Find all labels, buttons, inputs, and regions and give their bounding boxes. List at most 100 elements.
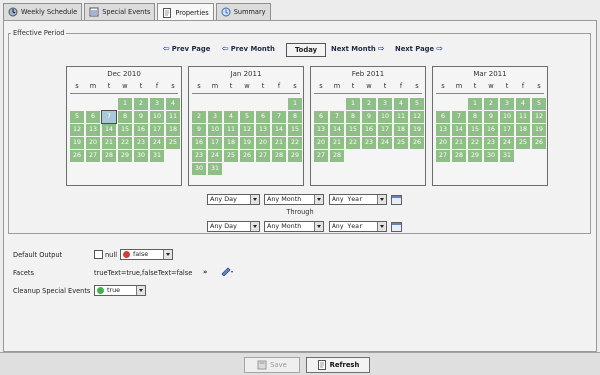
calendar-day[interactable]: 18 [166, 124, 180, 136]
calendar-day[interactable]: 19 [410, 124, 424, 136]
calendar-day[interactable]: 31 [208, 163, 222, 175]
calendar-day[interactable]: 17 [378, 124, 392, 136]
calendar-day[interactable]: 23 [134, 137, 148, 149]
calendar-day[interactable]: 2 [192, 111, 206, 123]
calendar-day[interactable]: 15 [288, 124, 302, 136]
calendar-day[interactable]: 1 [468, 98, 482, 110]
start-year-select[interactable]: Any Year [329, 194, 387, 205]
calendar-day[interactable]: 1 [118, 98, 132, 110]
calendar-day[interactable]: 16 [362, 124, 376, 136]
calendar-day[interactable]: 2 [484, 98, 498, 110]
refresh-button[interactable]: Refresh [306, 357, 370, 373]
calendar-day[interactable]: 7 [452, 111, 466, 123]
calendar-day[interactable]: 4 [224, 111, 238, 123]
end-day-select[interactable]: Any Day [207, 221, 260, 232]
calendar-day[interactable]: 11 [394, 111, 408, 123]
start-month-select[interactable]: Any Month [264, 194, 324, 205]
calendar-picker-icon[interactable] [391, 195, 402, 205]
calendar-day[interactable]: 6 [86, 111, 100, 123]
calendar-day[interactable]: 28 [452, 150, 466, 162]
calendar-day[interactable]: 18 [394, 124, 408, 136]
calendar-day[interactable]: 12 [240, 124, 254, 136]
calendar-day[interactable]: 25 [166, 137, 180, 149]
prev-page-link[interactable]: ⇦ Prev Page [163, 45, 210, 54]
calendar-day[interactable]: 6 [256, 111, 270, 123]
calendar-day[interactable]: 11 [516, 111, 530, 123]
calendar-day[interactable]: 30 [192, 163, 206, 175]
tab-special-events[interactable]: Special Events [84, 3, 156, 20]
calendar-day[interactable]: 1 [288, 98, 302, 110]
calendar-day[interactable]: 31 [150, 150, 164, 162]
calendar-day[interactable]: 27 [436, 150, 450, 162]
calendar-day[interactable]: 14 [452, 124, 466, 136]
calendar-day[interactable]: 5 [240, 111, 254, 123]
calendar-day[interactable]: 29 [118, 150, 132, 162]
calendar-day[interactable]: 3 [150, 98, 164, 110]
tab-summary[interactable]: Summary [215, 3, 271, 20]
calendar-day[interactable]: 16 [134, 124, 148, 136]
tab-weekly-schedule[interactable]: Weekly Schedule [3, 3, 83, 20]
end-year-select[interactable]: Any Year [329, 221, 387, 232]
calendar-day[interactable]: 8 [118, 111, 132, 123]
calendar-day[interactable]: 15 [346, 124, 360, 136]
calendar-day[interactable]: 3 [378, 98, 392, 110]
calendar-day[interactable]: 13 [86, 124, 100, 136]
facets-more-button[interactable]: » [203, 268, 207, 276]
calendar-day[interactable]: 19 [532, 124, 546, 136]
calendar-day[interactable]: 30 [134, 150, 148, 162]
calendar-day[interactable]: 14 [330, 124, 344, 136]
calendar-day[interactable]: 26 [240, 150, 254, 162]
calendar-day[interactable]: 5 [70, 111, 84, 123]
calendar-day[interactable]: 21 [330, 137, 344, 149]
save-button[interactable]: Save [244, 357, 300, 373]
calendar-day[interactable]: 22 [118, 137, 132, 149]
calendar-picker-icon[interactable] [391, 222, 402, 232]
cleanup-special-events-select[interactable]: true [94, 285, 146, 296]
calendar-day[interactable]: 11 [166, 111, 180, 123]
calendar-day[interactable]: 26 [70, 150, 84, 162]
calendar-day[interactable]: 15 [118, 124, 132, 136]
prev-month-link[interactable]: ⇦ Prev Month [222, 45, 275, 54]
calendar-day[interactable]: 26 [410, 137, 424, 149]
calendar-day[interactable]: 27 [314, 150, 328, 162]
calendar-day[interactable]: 29 [468, 150, 482, 162]
calendar-day[interactable]: 23 [362, 137, 376, 149]
calendar-day[interactable]: 2 [362, 98, 376, 110]
calendar-day[interactable]: 28 [330, 150, 344, 162]
calendar-day[interactable]: 16 [484, 124, 498, 136]
calendar-day[interactable]: 12 [532, 111, 546, 123]
calendar-day[interactable]: 26 [532, 137, 546, 149]
calendar-day[interactable]: 2 [134, 98, 148, 110]
calendar-day[interactable]: 24 [150, 137, 164, 149]
today-button[interactable]: Today [286, 43, 326, 57]
calendar-day[interactable]: 21 [102, 137, 116, 149]
calendar-day[interactable]: 9 [362, 111, 376, 123]
calendar-day[interactable]: 21 [452, 137, 466, 149]
calendar-day[interactable]: 24 [208, 150, 222, 162]
null-checkbox[interactable] [94, 250, 103, 259]
calendar-day[interactable]: 24 [500, 137, 514, 149]
calendar-day[interactable]: 27 [86, 150, 100, 162]
calendar-day[interactable]: 5 [410, 98, 424, 110]
next-page-link[interactable]: Next Page ⇨ [395, 45, 443, 54]
calendar-day[interactable]: 6 [436, 111, 450, 123]
calendar-day[interactable]: 9 [192, 124, 206, 136]
calendar-day[interactable]: 3 [208, 111, 222, 123]
calendar-day[interactable]: 10 [208, 124, 222, 136]
calendar-day[interactable]: 13 [314, 124, 328, 136]
calendar-day[interactable]: 19 [240, 137, 254, 149]
calendar-day[interactable]: 15 [468, 124, 482, 136]
calendar-day[interactable]: 29 [288, 150, 302, 162]
start-day-select[interactable]: Any Day [207, 194, 260, 205]
calendar-day[interactable]: 13 [436, 124, 450, 136]
calendar-day[interactable]: 20 [314, 137, 328, 149]
calendar-day[interactable]: 9 [484, 111, 498, 123]
calendar-day[interactable]: 31 [500, 150, 514, 162]
default-output-select[interactable]: false [120, 249, 173, 260]
calendar-day[interactable]: 7 [330, 111, 344, 123]
calendar-day[interactable]: 5 [532, 98, 546, 110]
calendar-day[interactable]: 8 [468, 111, 482, 123]
calendar-day[interactable]: 23 [484, 137, 498, 149]
calendar-day[interactable]: 22 [468, 137, 482, 149]
calendar-day[interactable]: 20 [256, 137, 270, 149]
